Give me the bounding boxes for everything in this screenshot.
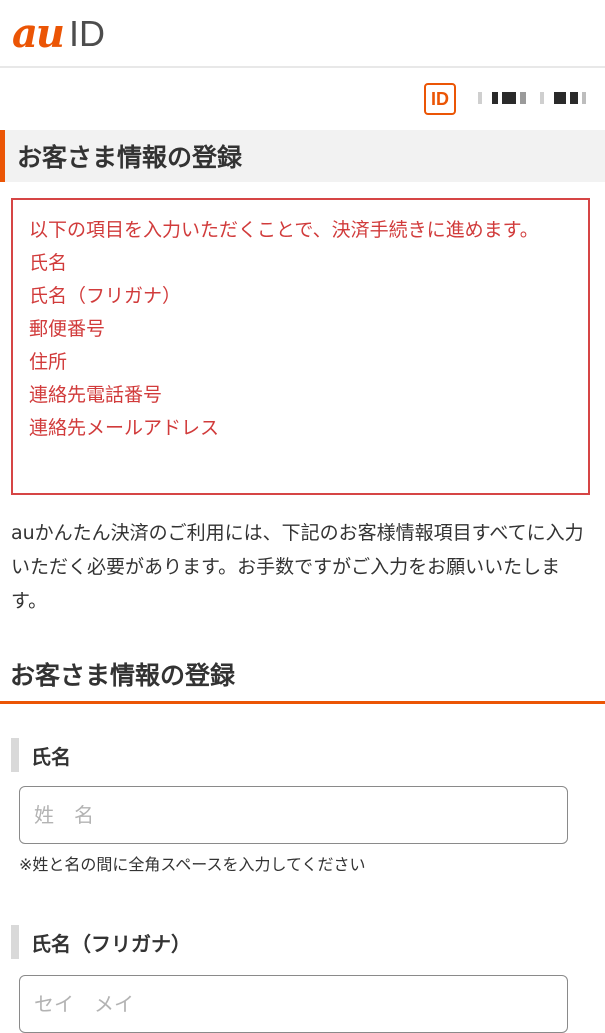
name-label: 氏名 <box>11 738 71 772</box>
kana-label: 氏名（フリガナ） <box>11 925 191 959</box>
notice-intro: 以下の項目を入力いただくことで、決済手続きに進めます。 <box>29 219 539 241</box>
required-fields-notice: 以下の項目を入力いただくことで、決済手続きに進めます。 氏名 氏名（フリガナ） … <box>11 198 590 495</box>
notice-item-email: 連絡先メールアドレス <box>29 417 220 439</box>
kana-input[interactable] <box>19 975 568 1033</box>
name-hint: ※姓と名の間に全角スペースを入力してください <box>19 855 366 874</box>
notice-item-kana: 氏名（フリガナ） <box>29 285 182 307</box>
app-header: au ID <box>0 0 605 68</box>
form-section-title: お客さま情報の登録 <box>0 654 605 704</box>
logo-suffix: ID <box>69 13 105 54</box>
page-title-bar: お客さま情報の登録 <box>0 130 605 182</box>
account-row: ID <box>0 80 605 118</box>
name-input[interactable] <box>19 786 568 844</box>
notice-item-address: 住所 <box>29 351 68 373</box>
form-title: お客さま情報の登録 <box>10 661 236 690</box>
au-id-logo[interactable]: au ID <box>12 10 105 54</box>
notice-item-phone: 連絡先電話番号 <box>29 384 163 406</box>
id-icon: ID <box>424 83 456 115</box>
masked-user-id <box>478 92 588 106</box>
notice-item-name: 氏名 <box>29 252 68 274</box>
notice-item-postal: 郵便番号 <box>29 318 106 340</box>
description-text: auかんたん決済のご利用には、下記のお客様情報項目すべてに入力いただく必要があり… <box>11 522 584 612</box>
logo-brand: au <box>12 10 65 57</box>
page-title: お客さま情報の登録 <box>17 143 243 172</box>
